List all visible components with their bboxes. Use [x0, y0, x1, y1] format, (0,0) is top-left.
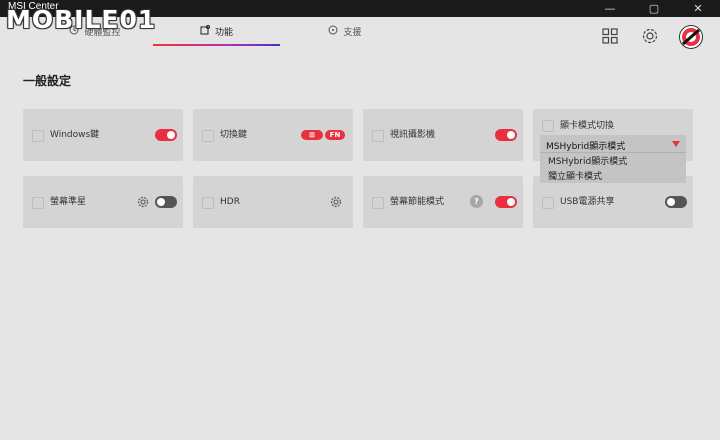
gear-icon[interactable]	[137, 196, 149, 208]
minimize-button[interactable]: —	[588, 0, 632, 17]
gpu-icon	[542, 120, 554, 132]
win-key-pill[interactable]: ⊞	[301, 130, 323, 140]
tab-support[interactable]: 支援	[290, 17, 400, 45]
tab-label: 功能	[214, 27, 233, 38]
eco-display-toggle[interactable]	[495, 196, 517, 208]
card-label: 螢幕準星	[50, 197, 87, 207]
active-tab-indicator	[153, 44, 280, 46]
chevron-down-icon	[672, 141, 680, 147]
dropdown-selected: MSHybrid顯示模式	[546, 142, 626, 152]
card-windows-key: Windows鍵	[23, 109, 183, 161]
card-label: Windows鍵	[50, 130, 100, 140]
card-webcam: 視訊攝影機	[363, 109, 523, 161]
windows-icon	[32, 130, 44, 142]
dropdown-option-discrete[interactable]: 獨立顯卡模式	[548, 169, 602, 182]
card-crosshair: 螢幕準星	[23, 176, 183, 228]
card-usb-power: USB電源共享	[533, 176, 693, 228]
section-title: 一般設定	[23, 74, 72, 88]
webcam-icon	[372, 130, 384, 142]
card-label: USB電源共享	[560, 197, 615, 207]
divider	[540, 152, 686, 153]
settings-icon[interactable]	[640, 26, 660, 46]
card-label: 切換鍵	[220, 130, 248, 140]
avatar[interactable]	[679, 25, 703, 49]
card-label: 顯卡模式切換	[560, 121, 615, 131]
card-eco-display: 螢幕節能模式 ?	[363, 176, 523, 228]
webcam-toggle[interactable]	[495, 129, 517, 141]
usb-icon	[542, 197, 554, 209]
crosshair-icon	[32, 197, 44, 209]
fn-key-pill[interactable]: FN	[325, 130, 345, 140]
card-label: 螢幕節能模式	[390, 197, 445, 207]
card-switch-key: 切換鍵 ⊞ FN	[193, 109, 353, 161]
tab-label: 支援	[343, 27, 362, 38]
dropdown-option-mshybrid[interactable]: MSHybrid顯示模式	[548, 154, 627, 167]
crosshair-toggle[interactable]	[155, 196, 177, 208]
watermark-logo: MOBILE01	[6, 5, 157, 34]
gear-icon[interactable]	[330, 196, 342, 208]
card-hdr: HDR	[193, 176, 353, 228]
grid-icon[interactable]	[600, 26, 620, 46]
usb-power-toggle[interactable]	[665, 196, 687, 208]
hdr-icon	[202, 197, 214, 209]
gpu-mode-dropdown[interactable]: MSHybrid顯示模式 MSHybrid顯示模式 獨立顯卡模式	[540, 135, 686, 183]
help-icon[interactable]: ?	[470, 195, 483, 208]
window-controls: — ▢ ✕	[588, 0, 720, 17]
windows-key-toggle[interactable]	[155, 129, 177, 141]
close-button[interactable]: ✕	[676, 0, 720, 17]
maximize-button[interactable]: ▢	[632, 0, 676, 17]
switch-key-icon	[202, 130, 214, 142]
eco-display-icon	[372, 197, 384, 209]
card-label: HDR	[220, 197, 240, 207]
tab-features[interactable]: 功能	[153, 17, 280, 45]
feature-icon	[200, 24, 210, 38]
support-icon	[328, 25, 338, 38]
card-label: 視訊攝影機	[390, 130, 436, 140]
